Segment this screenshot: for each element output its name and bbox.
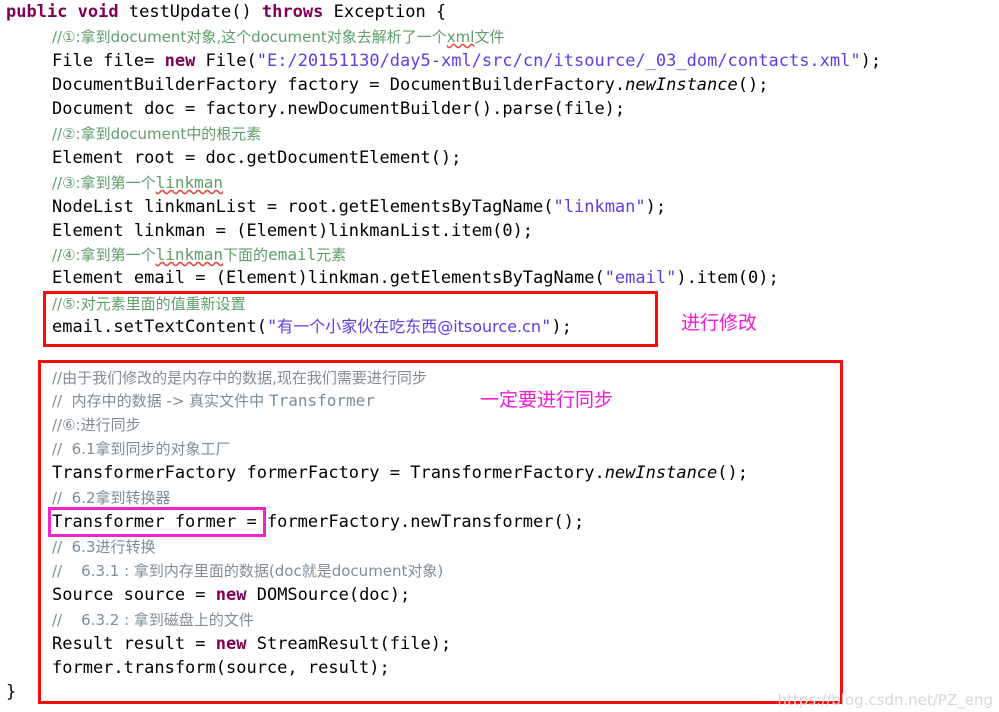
string-email-value: 有一个小家伙在吃东西@itsource.cn	[277, 317, 542, 336]
quote-close-cn: "	[541, 317, 552, 337]
method-newinstance: newInstance	[625, 75, 738, 95]
code-line: // 6.3.2 : 拿到磁盘上的文件	[0, 608, 999, 632]
line14-pre: email.setTextContent(	[52, 317, 267, 337]
comment-step6-3-1: // 6.3.1 : 拿到内存里面的数据(doc就是document对象)	[52, 562, 444, 580]
line24-tail: DOMSource(doc);	[246, 585, 411, 605]
comment-step4-tail: 元素	[316, 246, 347, 264]
code-line: Element email = (Element)linkman.getElem…	[0, 266, 999, 290]
keyword-void: void	[77, 2, 119, 22]
quote-close: "	[850, 51, 861, 71]
comment-step1-xml: xml	[446, 28, 475, 46]
code-line: email.setTextContent("有一个小家伙在吃东西@itsourc…	[0, 315, 999, 339]
comment-step5: //⑤:对元素里面的值重新设置	[52, 295, 246, 313]
code-line: //④:拿到第一个linkman下面的email元素	[0, 243, 999, 267]
comment-sync-note: //由于我们修改的是内存中的数据,现在我们需要进行同步	[52, 369, 427, 387]
comment-memory-to-file: // 内存中的数据 -> 真实文件中	[52, 392, 269, 410]
line26-tail: StreamResult(file);	[246, 634, 452, 654]
keyword-new-3: new	[215, 634, 247, 654]
comment-step6-3: // 6.3进行转换	[52, 538, 156, 556]
comment-step6-3-2: // 6.3.2 : 拿到磁盘上的文件	[52, 611, 254, 629]
code-line: Element linkman = (Element)linkmanList.i…	[0, 219, 999, 243]
line21-tail: = formerFactory.newTransformer();	[236, 512, 585, 532]
line1-tail: Exception {	[323, 2, 447, 22]
line5-text: Document doc = factory.newDocumentBuilde…	[52, 99, 626, 119]
comment-step1-doc2: document	[251, 28, 327, 46]
comment-step2: //②:拿到document中的根元素	[52, 125, 262, 143]
comment-step6: //⑥:进行同步	[52, 416, 141, 434]
code-line: //②:拿到document中的根元素	[0, 122, 999, 146]
code-line: // 6.3进行转换	[0, 535, 999, 559]
comment-step1-doc1: document	[110, 28, 187, 46]
code-line: public void testUpdate() throws Exceptio…	[0, 0, 999, 24]
annot-sync: 一定要进行同步	[480, 389, 614, 411]
code-line: //⑥:进行同步	[0, 413, 999, 437]
transformer-declaration: Transformer former	[52, 512, 237, 532]
comment-step1-a: 拿到	[80, 28, 111, 46]
code-line: NodeList linkmanList = root.getElementsB…	[0, 195, 999, 219]
method-newinstance-2: newInstance	[604, 463, 718, 483]
keyword-public: public	[6, 2, 68, 22]
line19-pre: TransformerFactory formerFactory = Trans…	[52, 463, 605, 483]
line4-tail: ();	[737, 75, 769, 95]
code-line: Document doc = factory.newDocumentBuilde…	[0, 97, 999, 121]
keyword-new-2: new	[215, 585, 247, 605]
comment-step3-head: //③:拿到第一个	[52, 174, 156, 192]
comment-step1-d: 文件	[474, 28, 505, 46]
comment-step1-c: 对象去解析了一个	[326, 28, 447, 46]
code-line: // 6.3.1 : 拿到内存里面的数据(doc就是document对象)	[0, 559, 999, 583]
line9-pre: NodeList linkmanList = root.getElementsB…	[52, 197, 554, 217]
line24-pre: Source source =	[52, 585, 216, 605]
code-line: File file= new File("E:/20151130/day5-xm…	[0, 49, 999, 73]
annot-modify: 进行修改	[681, 312, 758, 334]
string-linkman: "linkman"	[553, 197, 646, 217]
line9-tail: );	[645, 197, 667, 217]
code-screenshot: public void testUpdate() throws Exceptio…	[0, 0, 999, 712]
comment-step4-mid: 下面的	[223, 246, 269, 264]
code-line: // 6.2拿到转换器	[0, 486, 999, 510]
code-line: Result result = new StreamResult(file);	[0, 632, 999, 656]
line19-tail: ();	[717, 463, 748, 483]
comment-step4-email: email	[268, 245, 317, 264]
method-name: testUpdate()	[118, 2, 262, 22]
comment-step4-head: //④:拿到第一个	[52, 246, 156, 264]
line10-text: Element linkman = (Element)linkmanList.i…	[52, 221, 534, 241]
line3-mid: File(	[195, 51, 257, 71]
string-email: "email"	[604, 268, 677, 288]
line3-pre: File file=	[52, 51, 165, 71]
comment-transformer-word: Transformer	[268, 391, 375, 410]
line14-tail: );	[551, 317, 572, 337]
quote-open: "	[256, 51, 267, 71]
watermark: https://blog.csdn.net/PZ_eng	[777, 691, 993, 709]
line7-text: Element root = doc.getDocumentElement();	[52, 148, 462, 168]
comment-step6-2: // 6.2拿到转换器	[52, 489, 171, 508]
comment-step3-linkman: linkman	[155, 173, 224, 192]
line28-text: }	[6, 682, 17, 702]
code-line: Source source = new DOMSource(doc);	[0, 583, 999, 607]
comment-step1-head: //①:	[52, 28, 81, 46]
comment-step1-b: 对象,这个	[186, 28, 252, 46]
line3-tail: );	[860, 51, 882, 71]
code-line: //③:拿到第一个linkman	[0, 171, 999, 195]
keyword-new: new	[164, 51, 196, 71]
keyword-throws: throws	[261, 2, 324, 22]
code-line: Element root = doc.getDocumentElement();	[0, 146, 999, 170]
comment-step6-1: // 6.1拿到同步的对象工厂	[52, 440, 231, 458]
line27-text: former.transform(source, result);	[52, 658, 390, 678]
comment-step4-linkman: linkman	[155, 245, 224, 264]
code-line: // 6.1拿到同步的对象工厂	[0, 437, 999, 461]
code-line: former.transform(source, result);	[0, 656, 999, 680]
line26-pre: Result result =	[52, 634, 216, 654]
code-line: DocumentBuilderFactory factory = Documen…	[0, 73, 999, 97]
file-path-literal: E:/20151130/day5-xml/src/cn/itsource/_03…	[266, 51, 851, 71]
line12-tail: ).item(0);	[676, 268, 779, 288]
line4-pre: DocumentBuilderFactory factory = Documen…	[52, 75, 626, 95]
code-line: TransformerFactory formerFactory = Trans…	[0, 461, 999, 485]
line12-pre: Element email = (Element)linkman.getElem…	[52, 268, 605, 288]
code-line: //⑤:对元素里面的值重新设置	[0, 292, 999, 316]
code-line: //①:拿到document对象,这个document对象去解析了一个xml文件	[0, 25, 999, 49]
code-line: Transformer former = formerFactory.newTr…	[0, 510, 999, 534]
quote-open-cn: "	[266, 317, 278, 337]
